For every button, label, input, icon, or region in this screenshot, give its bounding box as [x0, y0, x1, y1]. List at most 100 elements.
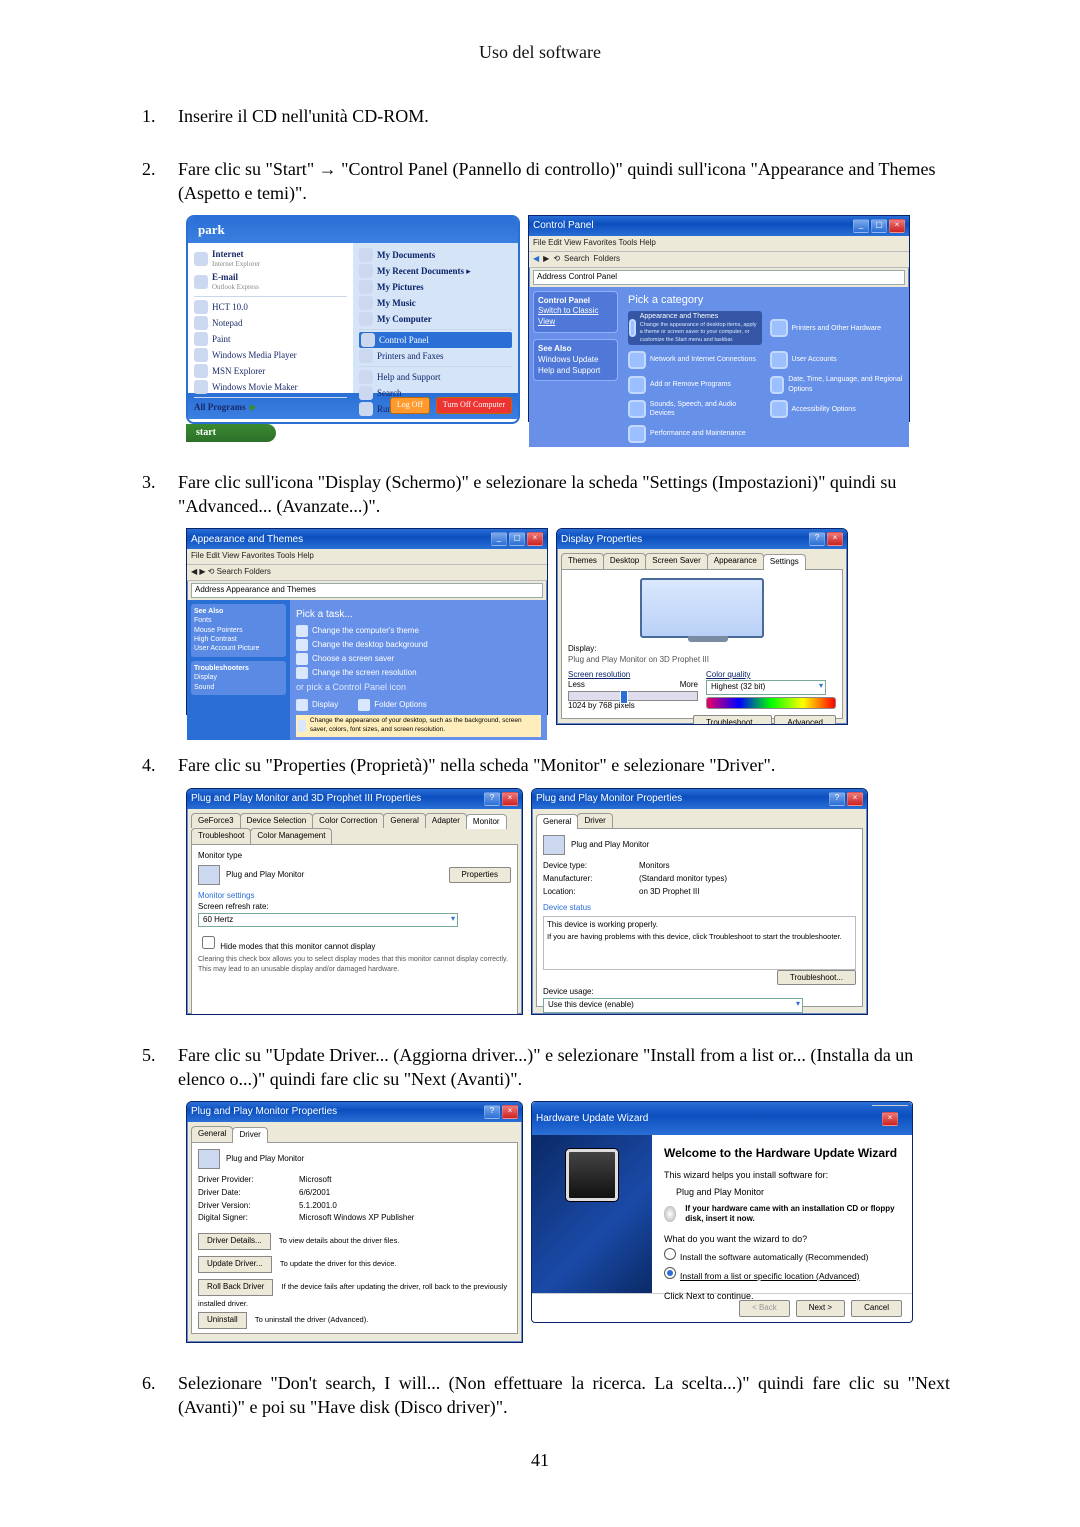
ie-icon: [194, 252, 208, 266]
cp-address: Address Control Panel: [533, 270, 905, 285]
cancel-button[interactable]: Cancel: [465, 1342, 516, 1343]
tab-appearance[interactable]: Appearance: [707, 553, 764, 569]
tab-driver[interactable]: Driver: [232, 1127, 267, 1143]
more-lbl: More: [680, 680, 698, 691]
opt2-radio[interactable]: [664, 1267, 676, 1279]
appthm-address: Address Appearance and Themes: [191, 583, 543, 598]
wiz-title: Hardware Update Wizard: [536, 1112, 648, 1126]
loc-v: on 3D Prophet III: [639, 887, 856, 898]
driver-details-button[interactable]: Driver Details...: [198, 1233, 271, 1250]
notepad-label: Notepad: [212, 317, 243, 329]
appthm-task1: Change the computer's theme: [312, 626, 419, 637]
troubleshoot-button[interactable]: Troubleshoot...: [693, 715, 772, 725]
prov-v: Microsoft: [299, 1175, 511, 1186]
internet-label: Internet: [212, 249, 244, 259]
start-menu-screenshot: park InternetInternet Explorer E-mailOut…: [186, 215, 520, 442]
help-icon: ?: [809, 532, 825, 546]
hct-label: HCT 10.0: [212, 301, 248, 313]
display-properties-screenshot: Display Properties ?× Themes Desktop Scr…: [556, 528, 848, 725]
monitor-icon: [198, 1149, 220, 1169]
sound-icon: [628, 400, 646, 418]
tab-themes[interactable]: Themes: [561, 553, 604, 569]
tab-colorcorr[interactable]: Color Correction: [312, 813, 384, 829]
email-label: E-mail: [212, 272, 238, 282]
dstat-lbl: Device status: [543, 903, 856, 914]
ok-button[interactable]: OK: [422, 1342, 460, 1343]
tab-trouble[interactable]: Troubleshoot: [191, 828, 251, 844]
appthm-trouble: Troubleshooters: [194, 665, 249, 672]
tab-settings[interactable]: Settings: [763, 554, 806, 570]
step-6-text: Selezionare "Don't search, I will... (No…: [178, 1371, 950, 1420]
step-3: 3. Fare clic sull'icona "Display (Scherm…: [130, 470, 950, 726]
appthm-pick: Pick a task...: [296, 608, 541, 622]
step-6-num: 6.: [142, 1371, 156, 1395]
region-icon: [770, 376, 785, 394]
turnoff-button[interactable]: Turn Off Computer: [436, 397, 512, 414]
step-4: 4. Fare clic su "Properties (Proprietà)"…: [130, 753, 950, 1014]
hide-checkbox[interactable]: [202, 936, 215, 949]
step-3-text: Fare clic sull'icona "Display (Schermo)"…: [178, 470, 950, 519]
tab-general[interactable]: General: [383, 813, 425, 829]
appthm-task3: Choose a screen saver: [312, 654, 394, 665]
start-button[interactable]: start: [186, 424, 276, 442]
advanced-button[interactable]: Advanced: [774, 715, 836, 725]
uninstall-button[interactable]: Uninstall: [198, 1312, 247, 1329]
mail-icon: [194, 275, 208, 289]
appthm-task4: Change the screen resolution: [312, 668, 417, 679]
appthm-s4: User Account Picture: [194, 645, 259, 652]
tab-monitor[interactable]: Monitor: [466, 814, 507, 830]
troubleshoot-button[interactable]: Troubleshoot...: [777, 970, 856, 985]
logoff-button[interactable]: Log Off: [390, 397, 430, 414]
tab-screensaver[interactable]: Screen Saver: [645, 553, 707, 569]
b4-txt: To uninstall the driver (Advanced).: [255, 1315, 368, 1324]
tab-driver[interactable]: Driver: [577, 813, 612, 829]
wiz-q: What do you want the wizard to do?: [664, 1233, 900, 1245]
tab-general[interactable]: General: [536, 814, 578, 830]
tab-colormgmt[interactable]: Color Management: [250, 828, 332, 844]
cp-pick: Pick a category: [628, 293, 903, 308]
printers-icon: [359, 349, 373, 363]
properties-button[interactable]: Properties: [449, 867, 511, 884]
appthm-task2: Change the desktop background: [312, 640, 428, 651]
wiz-cd: If your hardware came with an installati…: [685, 1204, 900, 1226]
cp-cat1: Appearance and Themes: [640, 313, 718, 320]
update-driver-button[interactable]: Update Driver...: [198, 1256, 272, 1273]
driver-tab-screenshot: Plug and Play Monitor Properties ?× Gene…: [186, 1101, 523, 1343]
cp-cat4: User Accounts: [792, 355, 837, 364]
control-panel-screenshot: Control Panel _▢× File Edit View Favorit…: [528, 215, 910, 422]
printer-icon: [770, 319, 788, 337]
close-icon: ×: [827, 532, 843, 546]
usage-combo[interactable]: Use this device (enable): [543, 998, 803, 1013]
refresh-combo[interactable]: 60 Hertz: [198, 913, 458, 928]
appthm-s1: Fonts: [194, 617, 212, 624]
res-slider[interactable]: [620, 690, 628, 704]
manu-l: Manufacturer:: [543, 874, 633, 885]
tab-geforce[interactable]: GeForce3: [191, 813, 241, 829]
msn-icon: [194, 364, 208, 378]
date-l: Driver Date:: [198, 1188, 293, 1199]
step-1: 1. Inserire il CD nell'unità CD-ROM.: [130, 104, 950, 128]
mname: Plug and Play Monitor: [226, 870, 304, 881]
loc-l: Location:: [543, 887, 633, 898]
pnp-title: Plug and Play Monitor Properties: [536, 792, 682, 806]
close-icon: ×: [847, 792, 863, 806]
usage-lbl: Device usage:: [543, 987, 856, 998]
manu-v: (Standard monitor types): [639, 874, 856, 885]
rollback-button[interactable]: Roll Back Driver: [198, 1279, 273, 1296]
mymusic-icon: [359, 296, 373, 310]
email-sub: Outlook Express: [212, 283, 259, 292]
disp-display-lbl: Display:: [568, 644, 836, 655]
tab-general[interactable]: General: [191, 1126, 233, 1142]
pnp-name: Plug and Play Monitor: [571, 840, 649, 851]
tab-devsel[interactable]: Device Selection: [240, 813, 314, 829]
mypics-icon: [359, 280, 373, 294]
cp-cat6: Date, Time, Language, and Regional Optio…: [788, 375, 903, 394]
help-icon: ?: [484, 1105, 500, 1119]
next-button[interactable]: Next >: [796, 1300, 845, 1317]
tab-desktop[interactable]: Desktop: [603, 553, 646, 569]
ie-sub: Internet Explorer: [212, 260, 260, 269]
tab-adapter[interactable]: Adapter: [425, 813, 467, 829]
opt1-radio[interactable]: [664, 1248, 676, 1260]
cancel-button[interactable]: Cancel: [851, 1300, 902, 1317]
cq-combo[interactable]: Highest (32 bit): [706, 680, 826, 695]
